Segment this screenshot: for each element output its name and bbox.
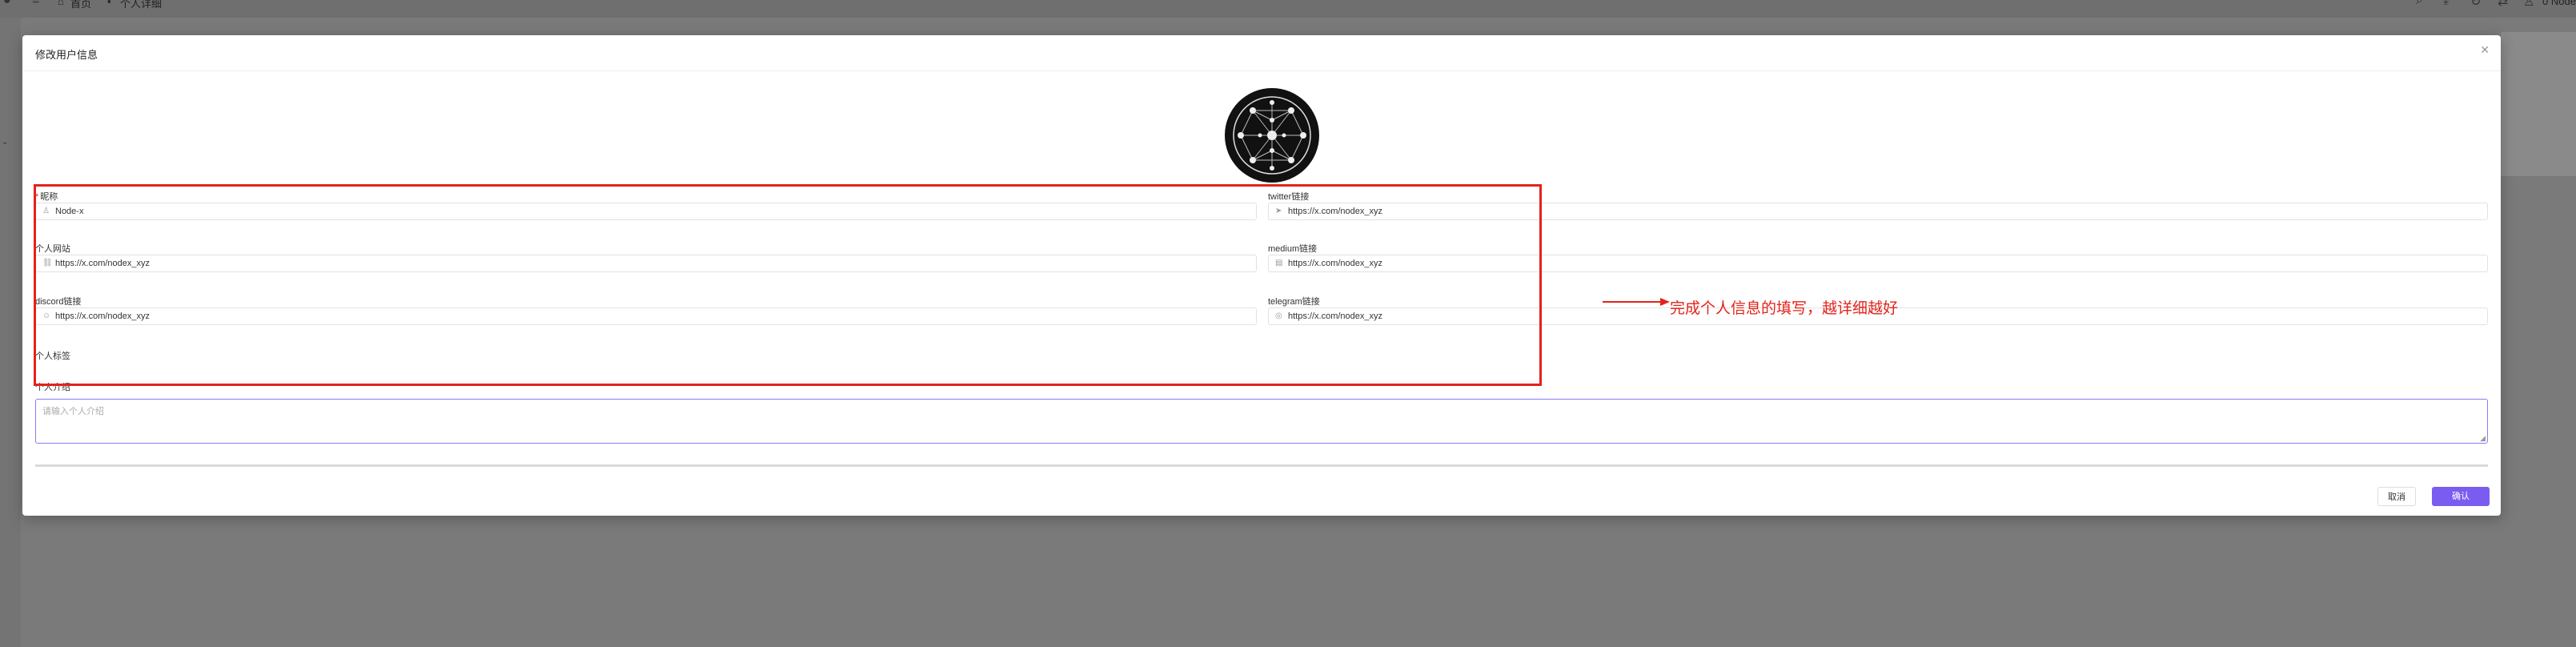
cancel-button[interactable]: 取消 bbox=[2377, 487, 2416, 506]
breadcrumb-profile: 个人详细 bbox=[120, 0, 163, 10]
breadcrumb-separator-icon: ▪ bbox=[107, 0, 111, 7]
telegram-label: telegram链接 bbox=[1268, 297, 1320, 307]
confirm-button[interactable]: 确认 bbox=[2432, 487, 2490, 506]
nickname-input[interactable]: ♙ Node-x bbox=[35, 203, 1257, 220]
twitter-value: https://x.com/nodex_xyz bbox=[1288, 207, 1382, 216]
send-icon: ➤ bbox=[1275, 207, 1282, 215]
bio-label: 个人介绍 bbox=[35, 383, 70, 392]
discord-icon: ☺ bbox=[42, 311, 51, 320]
resize-handle-icon[interactable]: ◢ bbox=[2480, 434, 2486, 443]
nickname-label: * 昵称 bbox=[35, 192, 58, 202]
website-input[interactable]: ⛓ https://x.com/nodex_xyz bbox=[35, 255, 1257, 272]
tags-input[interactable] bbox=[35, 362, 275, 375]
menu-icon[interactable]: ≡ bbox=[32, 0, 39, 8]
medium-value: https://x.com/nodex_xyz bbox=[1288, 259, 1382, 268]
refresh-icon[interactable]: ↻ bbox=[2470, 0, 2481, 10]
website-value: https://x.com/nodex_xyz bbox=[55, 259, 150, 268]
bio-textarea[interactable]: 请输入个人介绍 ◢ bbox=[35, 399, 2488, 444]
modal-title: 修改用户信息 bbox=[35, 49, 98, 61]
twitter-input[interactable]: ➤ https://x.com/nodex_xyz bbox=[1268, 203, 2488, 220]
home-icon: ⌂ bbox=[58, 0, 64, 7]
twitter-label: twitter链接 bbox=[1268, 192, 1310, 202]
close-icon[interactable]: ✕ bbox=[2480, 43, 2490, 57]
edit-user-modal: 修改用户信息 ✕ * 昵称 ♙ Node-x twitter链接 ➤ https… bbox=[22, 35, 2501, 516]
divider bbox=[35, 464, 2488, 467]
user-switch-icon[interactable]: ⇄ bbox=[2498, 0, 2508, 10]
medium-label: medium链接 bbox=[1268, 244, 1318, 254]
background-panel bbox=[2501, 32, 2576, 176]
modal-header: 修改用户信息 ✕ bbox=[22, 35, 2501, 71]
tags-label: 个人标签 bbox=[35, 352, 70, 361]
discord-input[interactable]: ☺ https://x.com/nodex_xyz bbox=[35, 307, 1257, 325]
download-icon[interactable]: ⤓ bbox=[2443, 0, 2449, 8]
discord-label: discord链接 bbox=[35, 297, 82, 307]
network-logo-icon bbox=[1233, 96, 1311, 175]
user-icon[interactable]: ♙ bbox=[2523, 0, 2534, 10]
telegram-icon: ◎ bbox=[1275, 311, 1282, 320]
annotation-text: 完成个人信息的填写，越详细越好 bbox=[1670, 300, 1899, 317]
logo-icon: ● bbox=[3, 0, 11, 7]
document-icon: ▤ bbox=[1275, 259, 1283, 267]
discord-value: https://x.com/nodex_xyz bbox=[55, 311, 150, 321]
background-topbar: ● ≡ ⌂ 首页 ▪ 个人详细 ⌕ ⤓ ↻ ⇄ ♙ 0 Node bbox=[0, 0, 2576, 18]
search-icon[interactable]: ⌕ bbox=[2416, 0, 2423, 8]
user-name[interactable]: 0 Node bbox=[2542, 0, 2576, 7]
annotation-arrow-icon bbox=[1603, 298, 1670, 306]
link-icon: ⛓ bbox=[42, 259, 53, 267]
avatar[interactable] bbox=[1225, 88, 1319, 183]
user-icon: ♙ bbox=[42, 207, 50, 215]
collapse-icon[interactable]: ⌄ bbox=[2, 138, 8, 147]
bio-placeholder: 请输入个人介绍 bbox=[42, 407, 104, 416]
website-label: 个人网站 bbox=[35, 244, 70, 254]
background-sidebar: ⌄ bbox=[0, 18, 21, 647]
breadcrumb-home[interactable]: 首页 bbox=[70, 0, 91, 10]
telegram-value: https://x.com/nodex_xyz bbox=[1288, 311, 1382, 321]
medium-input[interactable]: ▤ https://x.com/nodex_xyz bbox=[1268, 255, 2488, 272]
nickname-value: Node-x bbox=[55, 207, 84, 216]
